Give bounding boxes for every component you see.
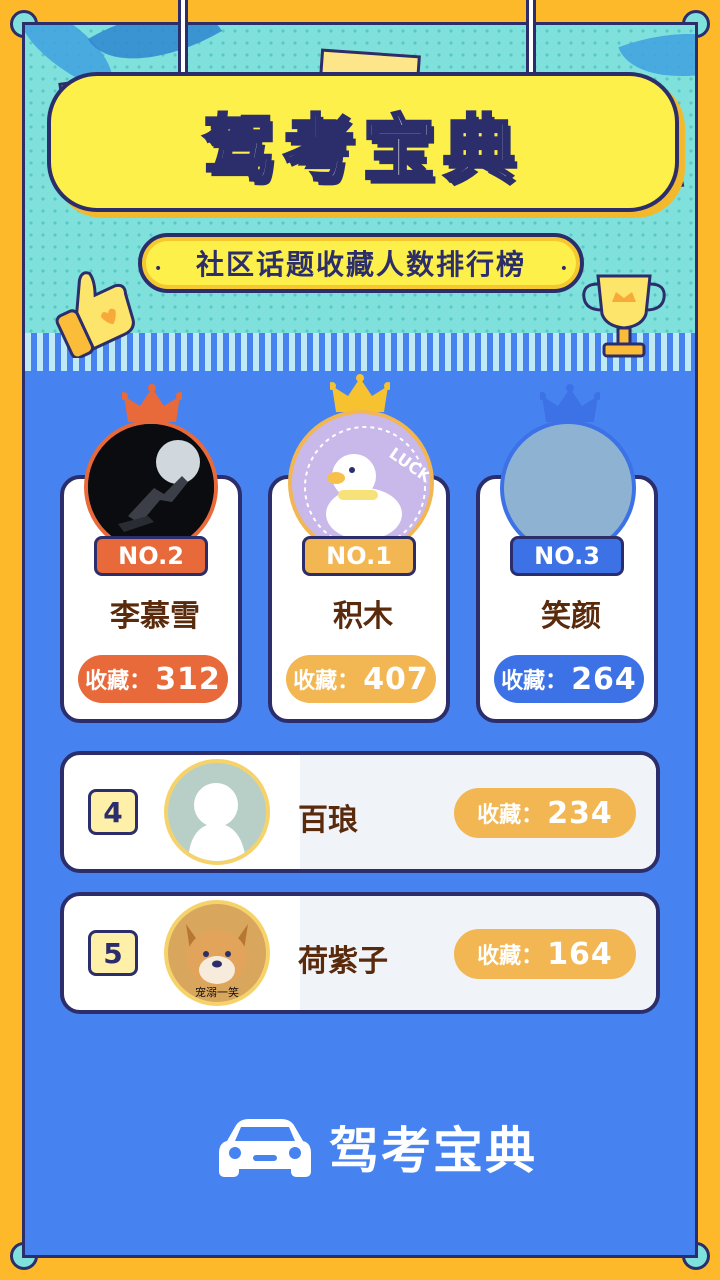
score-value: 164 bbox=[547, 936, 613, 972]
score-value: 234 bbox=[547, 795, 613, 831]
car-icon bbox=[219, 1119, 311, 1177]
score-pill: 收藏： 234 bbox=[454, 788, 636, 838]
footer-brand: 驾考宝典 bbox=[329, 1122, 537, 1180]
score-label: 收藏： bbox=[85, 669, 152, 694]
row-name: 荷紫子 bbox=[298, 944, 388, 979]
score-value: 312 bbox=[155, 661, 221, 697]
dots-decoration: • bbox=[559, 261, 568, 277]
page-frame: 驾考宝典 驾考宝典 • 社区话题收藏人数排行榜 • 李慕雪 收藏： 312 NO… bbox=[0, 0, 720, 1280]
score-label: 收藏： bbox=[293, 669, 360, 694]
podium-name: 李慕雪 bbox=[110, 599, 200, 634]
rank-badge: NO.1 bbox=[302, 536, 416, 576]
title-board: 驾考宝典 bbox=[47, 72, 679, 212]
score-label: 收藏： bbox=[477, 944, 544, 969]
row-rank: 4 bbox=[88, 789, 138, 835]
row-name: 百琅 bbox=[298, 803, 358, 838]
silhouette-image bbox=[168, 763, 266, 861]
footer-logo: 驾考宝典 bbox=[215, 1107, 555, 1187]
dots-decoration: • bbox=[154, 261, 163, 277]
score-pill: 收藏： 264 bbox=[494, 655, 644, 703]
score-pill: 收藏： 312 bbox=[78, 655, 228, 703]
list-item[interactable]: 5 宠溺一笑 荷紫子 收藏： 164 bbox=[60, 892, 660, 1014]
page-subtitle: 社区话题收藏人数排行榜 bbox=[195, 248, 526, 281]
thumbs-up-icon bbox=[55, 271, 135, 358]
trophy-icon bbox=[582, 274, 666, 358]
shiba-image: 宠溺一笑 bbox=[168, 904, 266, 1002]
rank-badge: NO.2 bbox=[94, 536, 208, 576]
rank-badge: NO.3 bbox=[510, 536, 624, 576]
page-title: 驾考宝典 bbox=[201, 105, 523, 192]
subtitle-banner: • 社区话题收藏人数排行榜 • bbox=[138, 233, 584, 293]
score-pill: 收藏： 407 bbox=[286, 655, 436, 703]
avatar bbox=[164, 759, 270, 865]
avatar bbox=[84, 420, 218, 554]
list-item[interactable]: 4 百琅 收藏： 234 bbox=[60, 751, 660, 873]
avatar: LUCK bbox=[288, 410, 434, 556]
score-label: 收藏： bbox=[501, 669, 568, 694]
score-value: 264 bbox=[571, 661, 637, 697]
avatar: 宠溺一笑 bbox=[164, 900, 270, 1006]
podium-name: 积木 bbox=[333, 599, 393, 634]
score-label: 收藏： bbox=[477, 803, 544, 828]
score-pill: 收藏： 164 bbox=[454, 929, 636, 979]
podium-name: 笑颜 bbox=[541, 599, 601, 634]
avatar-caption: 宠溺一笑 bbox=[195, 985, 239, 999]
score-value: 407 bbox=[363, 661, 429, 697]
row-rank: 5 bbox=[88, 930, 138, 976]
